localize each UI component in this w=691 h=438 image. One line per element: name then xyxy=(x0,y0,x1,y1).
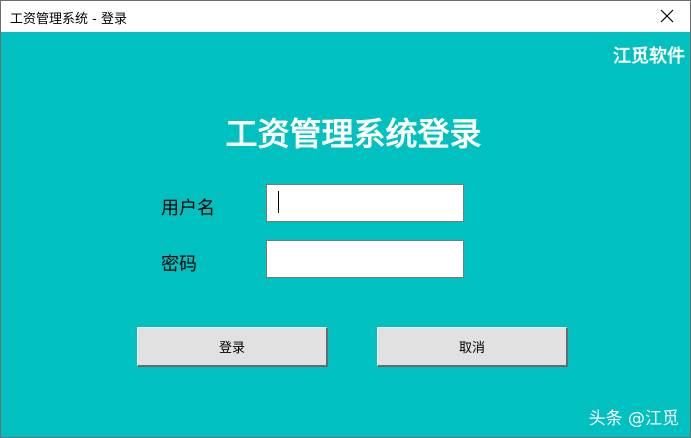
username-input[interactable] xyxy=(266,184,464,222)
login-window: 工资管理系统 - 登录 江觅软件 工资管理系统登录 用户名 密码 登录 取消 头… xyxy=(0,0,691,438)
brand-label: 江觅软件 xyxy=(613,46,685,67)
text-caret xyxy=(278,191,279,213)
password-input[interactable] xyxy=(266,240,464,278)
window-title: 工资管理系统 - 登录 xyxy=(10,12,127,27)
login-button[interactable]: 登录 xyxy=(137,327,328,367)
form-area: 江觅软件 工资管理系统登录 用户名 密码 登录 取消 头条 @江觅 xyxy=(1,32,690,437)
title-bar[interactable]: 工资管理系统 - 登录 xyxy=(1,1,690,32)
watermark: 头条 @江觅 xyxy=(588,409,679,429)
username-label: 用户名 xyxy=(161,198,215,219)
close-button[interactable] xyxy=(644,1,690,32)
page-title: 工资管理系统登录 xyxy=(225,115,482,153)
password-label: 密码 xyxy=(161,254,197,275)
cancel-button[interactable]: 取消 xyxy=(377,327,568,367)
close-icon xyxy=(660,9,674,23)
